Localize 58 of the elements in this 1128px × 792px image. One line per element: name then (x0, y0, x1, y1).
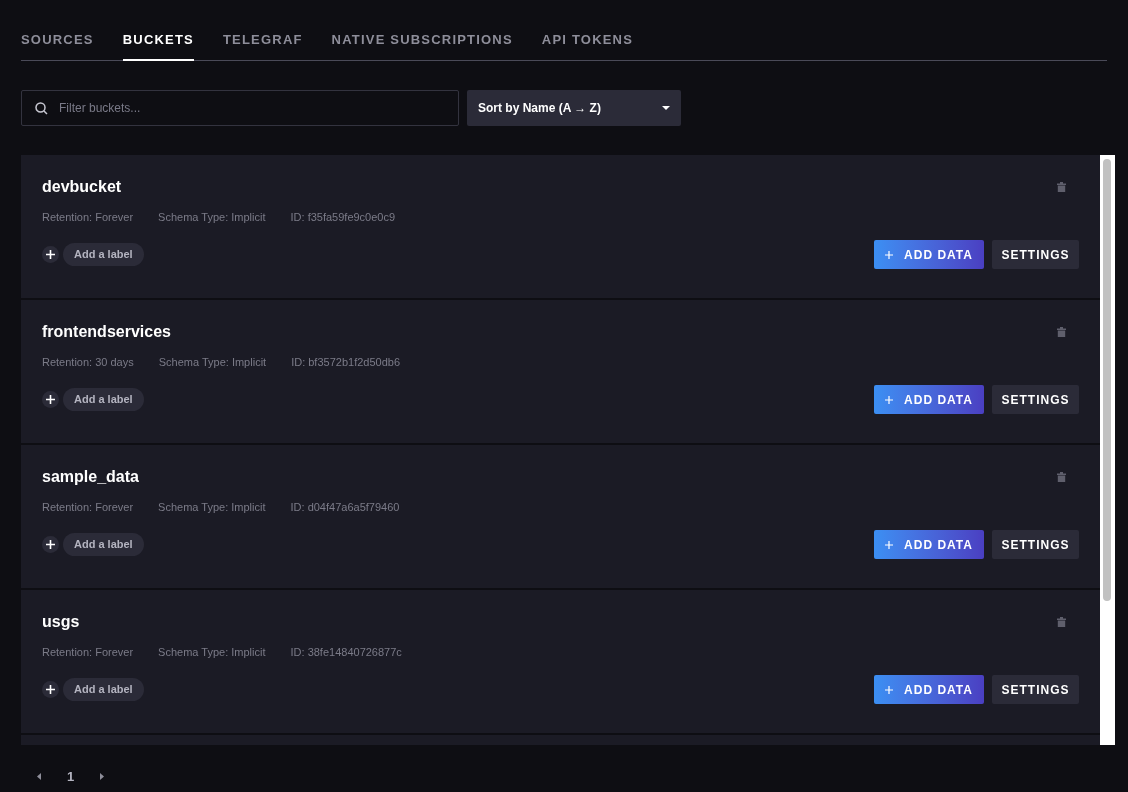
add-label-button[interactable]: Add a label (63, 678, 144, 701)
bucket-id-text: ID: bf3572b1f2d50db6 (291, 355, 400, 369)
plus-icon (46, 250, 55, 259)
trash-icon[interactable] (1057, 327, 1066, 337)
plus-icon (46, 395, 55, 404)
schema-type-text: Schema Type: Implicit (158, 355, 267, 369)
trash-icon[interactable] (1057, 182, 1066, 192)
plus-icon (46, 540, 55, 549)
scrollbar-thumb[interactable] (1103, 159, 1111, 601)
schema-type-text: Schema Type: Implicit (158, 645, 266, 659)
scrollbar[interactable] (1100, 155, 1115, 745)
plus-icon (885, 685, 894, 694)
search-icon (35, 102, 48, 115)
plus-icon (885, 540, 894, 549)
add-label-button[interactable]: Add a label (63, 533, 144, 556)
retention-text: Retention: 30 days (42, 355, 134, 369)
caret-icon (662, 106, 670, 110)
bucket-id-text: ID: d04f47a6a5f79460 (290, 500, 400, 514)
tab[interactable]: API TOKENS (541, 24, 634, 61)
tab[interactable]: NATIVE SUBSCRIPTIONS (331, 24, 513, 61)
plus-icon (46, 685, 55, 694)
settings-button[interactable]: SETTINGS (992, 385, 1079, 414)
add-data-button[interactable]: ADD DATA (874, 240, 984, 269)
tab[interactable]: BUCKETS (122, 24, 194, 61)
filter-field[interactable]: Filter buckets... (21, 90, 459, 126)
settings-button[interactable]: SETTINGS (992, 530, 1079, 559)
retention-text: Retention: Forever (42, 645, 134, 659)
page-button[interactable]: 1 (67, 767, 75, 787)
trash-icon[interactable] (1057, 472, 1066, 482)
bucket-name: devbucket (42, 177, 122, 197)
bucket-id-text: ID: 38fe14840726877c (290, 645, 402, 659)
trash-icon[interactable] (1057, 617, 1066, 627)
retention-text: Retention: Forever (42, 210, 134, 224)
retention-text: Retention: Forever (42, 500, 134, 514)
sort-dropdown[interactable]: Sort by Name (A → Z) (467, 90, 681, 126)
tab[interactable]: SOURCES (21, 24, 94, 61)
settings-button[interactable]: SETTINGS (992, 240, 1079, 269)
settings-button[interactable]: SETTINGS (992, 675, 1079, 704)
bucket-name: frontendservices (42, 322, 171, 342)
add-label-button[interactable]: Add a label (63, 243, 144, 266)
add-data-button[interactable]: ADD DATA (874, 530, 984, 559)
next-page-icon[interactable] (100, 773, 105, 781)
bucket-id-text: ID: f35fa59fe9c0e0c9 (290, 210, 396, 224)
plus-icon (885, 250, 894, 259)
add-label-plus-button[interactable] (42, 246, 59, 263)
plus-icon (885, 395, 894, 404)
add-label-plus-button[interactable] (42, 681, 59, 698)
add-label-button[interactable]: Add a label (63, 388, 144, 411)
tab[interactable]: TELEGRAF (222, 24, 303, 61)
add-data-button[interactable]: ADD DATA (874, 675, 984, 704)
add-data-button[interactable]: ADD DATA (874, 385, 984, 414)
add-label-plus-button[interactable] (42, 391, 59, 408)
previous-page-icon[interactable] (37, 773, 41, 781)
schema-type-text: Schema Type: Implicit (158, 500, 266, 514)
add-label-plus-button[interactable] (42, 536, 59, 553)
schema-type-text: Schema Type: Implicit (158, 210, 266, 224)
bucket-name: usgs (42, 612, 80, 632)
bucket-name: sample_data (42, 467, 139, 487)
